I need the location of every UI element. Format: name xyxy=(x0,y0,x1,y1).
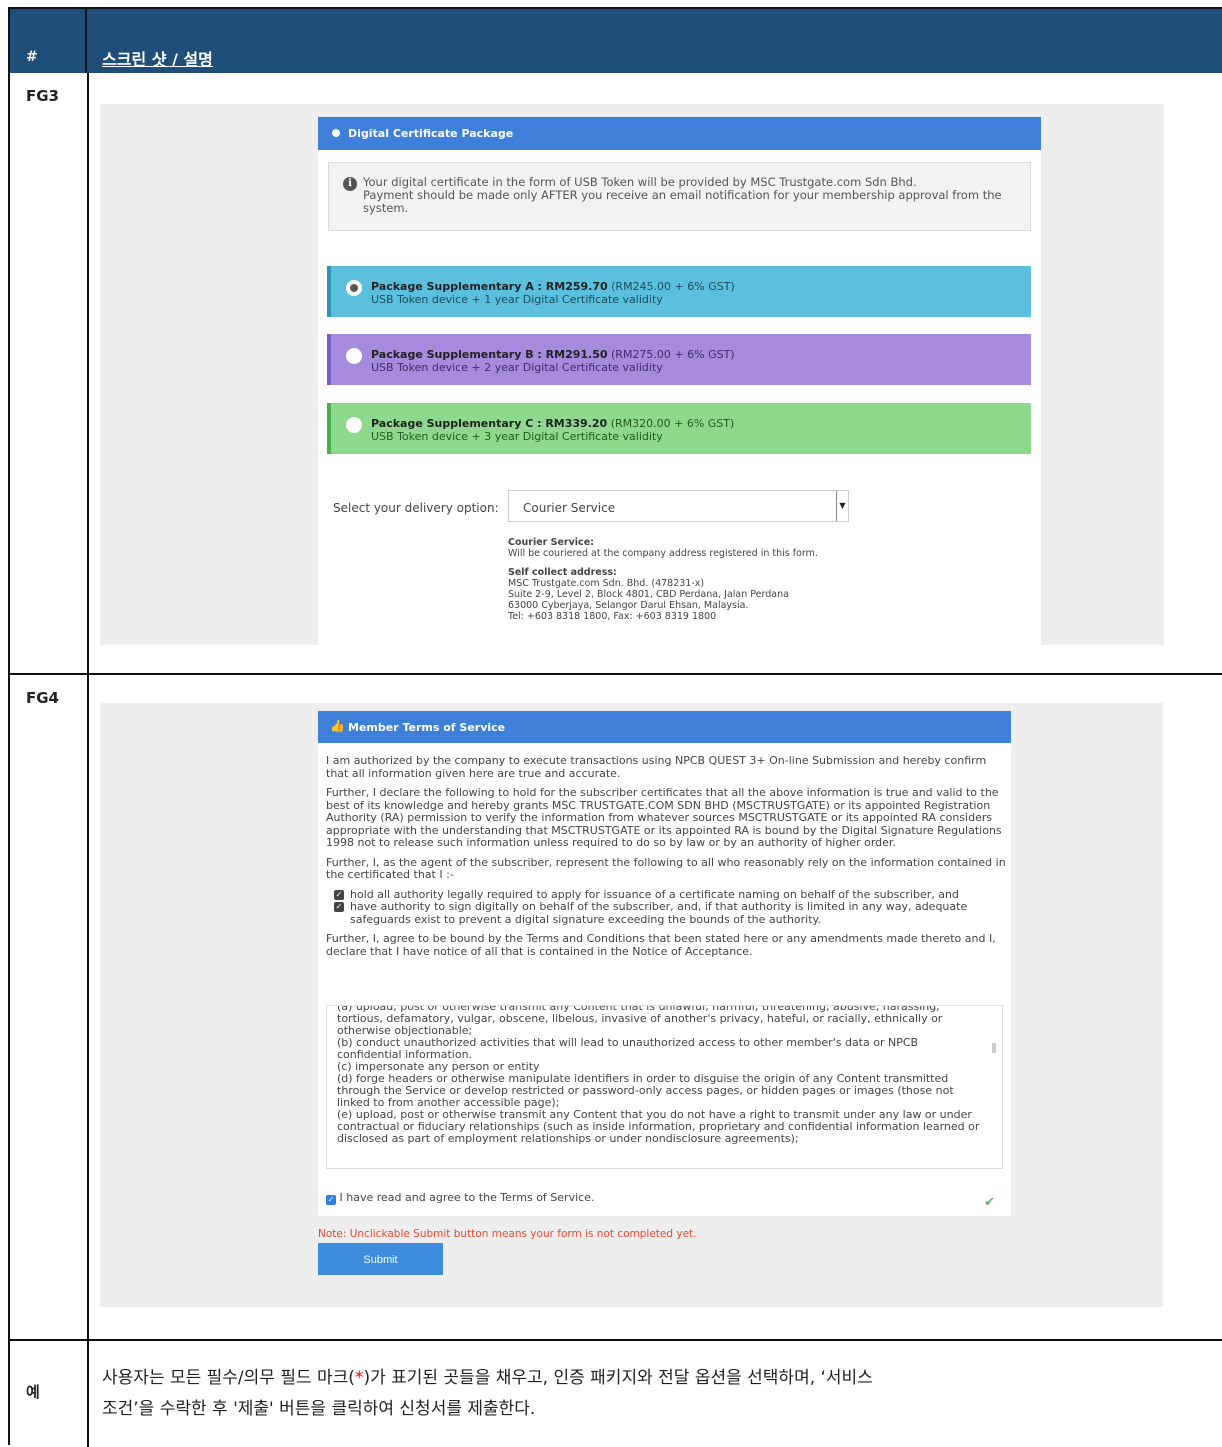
dropdown-arrow-icon[interactable]: ▼ xyxy=(836,491,848,521)
radio-icon[interactable] xyxy=(346,348,362,364)
checkbox-icon: ✓ xyxy=(334,889,344,900)
package-name: Package Supplementary C : RM339.20 xyxy=(371,417,608,430)
delivery-option-value: Courier Service xyxy=(523,501,616,515)
package-desc: USB Token device + 1 year Digital Certif… xyxy=(371,293,663,306)
radio-dot-icon xyxy=(332,129,340,137)
header-desc-label: 스크린 샷 / 설명 xyxy=(102,50,213,69)
self-collect-line: MSC Trustgate.com Sdn. Bhd. (478231-x) xyxy=(508,578,705,589)
package-name: Package Supplementary B : RM291.50 xyxy=(371,348,608,361)
checkbox-icon[interactable]: ✓ xyxy=(326,1195,336,1205)
delivery-option-label: Select your delivery option: xyxy=(333,501,499,515)
self-collect-line: 63000 Cyberjaya, Selangor Darul Ehsan, M… xyxy=(508,600,749,611)
info-icon: i xyxy=(343,177,357,191)
terms-paragraph: I am authorized by the company to execut… xyxy=(326,754,987,780)
courier-heading: Courier Service: xyxy=(508,537,594,548)
terms-scroll-line: (e) upload, post or otherwise transmit a… xyxy=(337,1108,980,1145)
package-option-b[interactable]: Package Supplementary B : RM291.50 (RM27… xyxy=(327,334,1031,385)
header-number-col: # xyxy=(10,9,87,73)
checkmark-icon: ✔ xyxy=(984,1195,995,1210)
form-note: Note: Unclickable Submit button means yo… xyxy=(318,1228,697,1240)
terms-of-service-panel: 👍 Member Terms of Service I am authorize… xyxy=(318,711,1011,1216)
row-label-fg4: FG4 xyxy=(26,689,59,707)
package-desc: USB Token device + 2 year Digital Certif… xyxy=(371,361,663,374)
terms-text: I am authorized by the company to execut… xyxy=(326,754,1006,965)
self-collect-line: Suite 2-9, Level 2, Block 4801, CBD Perd… xyxy=(508,589,789,600)
example-text-part: 사용자는 모든 필수/의무 필드 마크( xyxy=(102,1368,355,1388)
scrollbar[interactable] xyxy=(989,1006,999,1168)
terms-check-item: ✓ have authority to sign digitally on be… xyxy=(326,900,1006,926)
agree-label: I have read and agree to the Terms of Se… xyxy=(339,1191,595,1204)
terms-scroll-line: (a) upload, post or otherwise transmit a… xyxy=(337,1005,943,1037)
package-price-detail: (RM275.00 + 6% GST) xyxy=(607,348,735,361)
radio-icon[interactable] xyxy=(346,417,362,433)
header-number-label: # xyxy=(26,49,38,65)
panel-title: Member Terms of Service xyxy=(348,721,506,734)
panel-header: 👍 Member Terms of Service xyxy=(318,711,1011,743)
package-desc: USB Token device + 3 year Digital Certif… xyxy=(371,430,663,443)
panel-header: Digital Certificate Package xyxy=(318,117,1041,150)
self-collect-heading: Self collect address: xyxy=(508,567,617,578)
terms-scroll-box[interactable]: (a) upload, post or otherwise transmit a… xyxy=(326,1005,1003,1169)
delivery-notes: Courier Service: Will be couriered at th… xyxy=(508,537,818,622)
row-label-fg3: FG3 xyxy=(26,87,59,105)
package-option-a[interactable]: Package Supplementary A : RM259.70 (RM24… xyxy=(327,266,1031,317)
self-collect-line: Tel: +603 8318 1800, Fax: +603 8319 1800 xyxy=(508,611,717,622)
thumbs-up-icon: 👍 xyxy=(330,719,345,733)
terms-paragraph: Further, I declare the following to hold… xyxy=(326,786,1002,849)
radio-icon[interactable] xyxy=(346,280,362,296)
courier-text: Will be couriered at the company address… xyxy=(508,548,818,559)
terms-scroll-line: (d) forge headers or otherwise manipulat… xyxy=(337,1072,954,1109)
agree-checkbox-row[interactable]: ✓ I have read and agree to the Terms of … xyxy=(326,1191,594,1205)
certificate-package-panel: Digital Certificate Package i Your digit… xyxy=(318,117,1041,645)
document-table: # 스크린 샷 / 설명 FG3 Digital Certificate Pac… xyxy=(8,7,1222,1447)
checkbox-icon: ✓ xyxy=(334,902,344,912)
terms-check-text: have authority to sign digitally on beha… xyxy=(350,900,968,926)
terms-scroll-line: (b) conduct unauthorized activities that… xyxy=(337,1036,919,1061)
table-header: # 스크린 샷 / 설명 xyxy=(10,9,1222,73)
panel-title: Digital Certificate Package xyxy=(348,127,514,140)
terms-check-text: hold all authority legally required to a… xyxy=(350,887,959,901)
screenshot-fg4: 👍 Member Terms of Service I am authorize… xyxy=(100,703,1163,1307)
screenshot-fg3: Digital Certificate Package i Your digit… xyxy=(100,104,1164,645)
row-label-example: 예 xyxy=(26,1383,40,1401)
terms-paragraph: Further, I, agree to be bound by the Ter… xyxy=(326,932,996,958)
package-price-detail: (RM245.00 + 6% GST) xyxy=(607,280,735,293)
info-line-2: Payment should be made only AFTER you re… xyxy=(363,188,1002,215)
terms-paragraph: Further, I, as the agent of the subscrib… xyxy=(326,855,1006,881)
example-text-line2: 조건’을 수락한 후 '제출' 버튼을 클릭하여 신청서를 제출한다. xyxy=(102,1399,536,1419)
table-row-fg3: FG3 Digital Certificate Package i Your d… xyxy=(10,73,1222,675)
example-description: 사용자는 모든 필수/의무 필드 마크(*)가 표기된 곳들을 채우고, 인증 … xyxy=(102,1363,1202,1425)
table-row-example: 예 사용자는 모든 필수/의무 필드 마크(*)가 표기된 곳들을 채우고, 인… xyxy=(10,1341,1222,1447)
submit-button[interactable]: Submit xyxy=(318,1243,443,1275)
table-row-fg4: FG4 👍 Member Terms of Service I am autho… xyxy=(10,675,1222,1341)
example-text-part: )가 표기된 곳들을 채우고, 인증 패키지와 전달 옵션을 선택하며, ‘서비… xyxy=(363,1368,873,1388)
package-price-detail: (RM320.00 + 6% GST) xyxy=(607,417,735,430)
info-alert: i Your digital certificate in the form o… xyxy=(328,162,1031,231)
package-name: Package Supplementary A : RM259.70 xyxy=(371,280,608,293)
delivery-option-select[interactable]: Courier Service ▼ xyxy=(508,490,849,522)
package-option-c[interactable]: Package Supplementary C : RM339.20 (RM32… xyxy=(327,403,1031,454)
